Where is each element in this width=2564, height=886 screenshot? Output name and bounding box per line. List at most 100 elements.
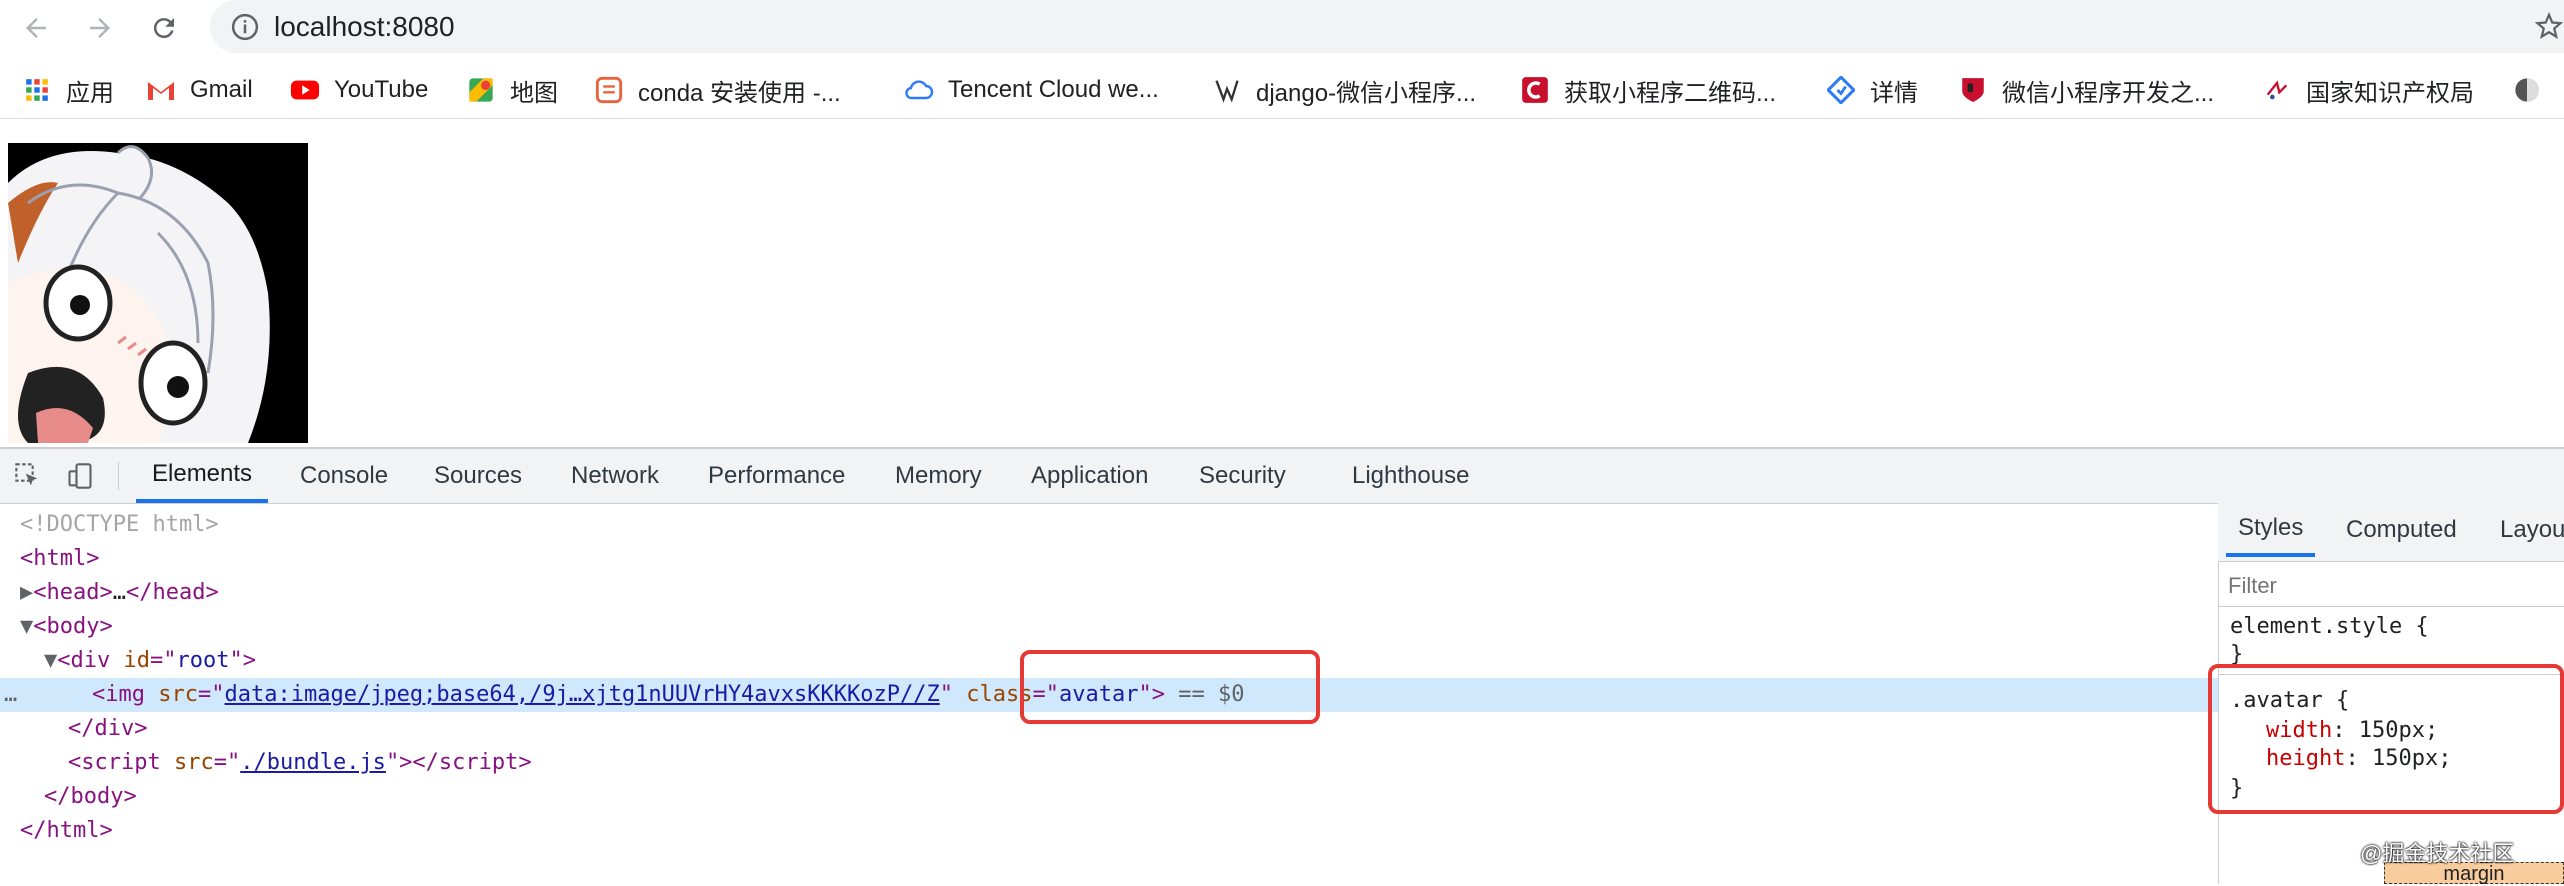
bookmark-youtube[interactable]: YouTube [290,70,428,110]
bookmark-label: 详情 [1870,79,1918,107]
bookmark-maps[interactable]: 地图 [466,70,558,110]
tag-name: body [46,614,100,639]
tab-divider [118,462,119,490]
anime-avatar-illustration [8,143,308,443]
gmail-icon [146,75,176,105]
bookmark-gmail[interactable]: Gmail [146,70,253,110]
tab-application[interactable]: Application [1031,449,1148,503]
apps-grid-icon [22,75,52,105]
bookmark-conda[interactable]: conda 安装使用 -... [594,70,841,110]
bookmark-favicon [1958,75,1988,105]
dom-div-close[interactable]: </div> [68,712,148,746]
device-mobile-icon [68,463,92,489]
tag-name: div [70,648,111,673]
bookmark-overflow[interactable] [2512,70,2556,110]
tab-layout[interactable]: Layou [2500,503,2564,557]
dom-doctype[interactable]: <!DOCTYPE html> [20,508,219,542]
expand-triangle-icon[interactable]: ▶ [20,580,33,605]
bookmark-favicon [594,75,624,105]
bookmark-label: django-微信小程序... [1256,79,1477,107]
tag-name: script [81,750,161,775]
tag-name: head [46,580,100,605]
address-bar[interactable]: localhost:8080 [210,0,2564,53]
maps-icon [466,75,496,105]
back-arrow-icon [26,18,46,38]
attr-name: id [123,648,151,673]
class-attr-highlight [1020,650,1320,724]
tab-console[interactable]: Console [300,449,388,503]
avatar-image [8,143,308,443]
watermark: @掘金技术社区 [2360,841,2515,866]
forward-button[interactable] [78,6,122,50]
tab-network[interactable]: Network [571,449,659,503]
bookmark-favicon [1520,75,1550,105]
tag-name: div [94,716,135,741]
tab-memory[interactable]: Memory [895,449,982,503]
script-src-link[interactable]: ./bundle.js [240,750,386,775]
bookmark-label: YouTube [334,76,429,103]
bookmark-star-icon[interactable] [2534,8,2564,44]
bookmark-favicon [2262,75,2292,105]
tab-security[interactable]: Security [1199,449,1286,503]
bookmark-qrcode[interactable]: 获取小程序二维码... [1520,70,1776,110]
tab-lighthouse[interactable]: Lighthouse [1352,449,1469,503]
bookmark-details[interactable]: 详情 [1826,70,1918,110]
back-button[interactable] [14,6,58,50]
bookmark-label: Tencent Cloud we... [948,76,1159,103]
bookmark-label: 微信小程序开发之... [2002,79,2215,107]
collapse-triangle-icon[interactable]: ▼ [44,648,57,673]
bookmark-label: 获取小程序二维码... [1564,79,1777,107]
tag-name: body [70,784,124,809]
device-toolbar-button[interactable] [60,449,100,503]
dom-div-root-node[interactable]: ▼<div id="root"> [44,644,256,678]
bookmark-wechat-dev[interactable]: 微信小程序开发之... [1958,70,2214,110]
attr-value: root [176,648,230,673]
forward-arrow-icon [90,18,110,38]
avatar-rule-highlight [2208,664,2564,814]
dom-body-close[interactable]: </body> [44,780,137,814]
half-circle-icon [2512,75,2542,105]
url-text: localhost:8080 [274,10,455,42]
tag-name: head [152,580,206,605]
dom-head-node[interactable]: ▶<head>…</head> [20,576,219,610]
collapsed-ellipsis: … [112,580,126,605]
cloud-icon [904,75,934,105]
tab-sources[interactable]: Sources [434,449,522,503]
bookmark-apps[interactable]: 应用 [22,70,114,110]
bookmark-cnipa[interactable]: 国家知识产权局 [2262,70,2474,110]
tag-name: html [46,818,100,843]
youtube-icon [290,75,320,105]
collapse-triangle-icon[interactable]: ▼ [20,614,33,639]
tab-elements[interactable]: Elements [136,449,269,503]
bookmark-tencent-cloud[interactable]: Tencent Cloud we... [904,70,1159,110]
inspect-cursor-icon [15,463,38,486]
bookmark-django[interactable]: django-微信小程序... [1212,70,1476,110]
tag-name: script [438,750,519,775]
inspect-element-button[interactable] [8,449,48,503]
reload-icon [153,18,174,39]
row-actions-ellipsis-icon[interactable]: … [4,678,17,712]
page-viewport [0,125,2564,447]
dom-html-close[interactable]: </html> [20,814,113,848]
img-src-link[interactable]: data:image/jpeg;base64,/9j…xjtg1nUUVrHY4… [225,682,940,707]
tab-computed[interactable]: Computed [2346,503,2457,557]
tag-name: img [105,682,145,707]
bookmark-label: Gmail [190,76,253,103]
tag-name: html [33,546,87,571]
info-icon [231,13,259,40]
tab-performance[interactable]: Performance [708,449,845,503]
styles-filter-input[interactable] [2226,566,2560,606]
bookmark-favicon [1826,75,1856,105]
tab-styles[interactable]: Styles [2226,503,2316,557]
element-style-rule[interactable]: element.style { [2230,612,2429,642]
bookmark-label: 应用 [66,79,114,107]
bookmark-favicon [1212,75,1242,105]
bookmark-label: 国家知识产权局 [2306,79,2474,107]
reload-button[interactable] [142,6,186,50]
bookmark-label: conda 安装使用 -... [638,79,841,107]
dom-html-node[interactable]: <html> [20,542,99,576]
attr-name: src [158,682,198,707]
dom-body-node[interactable]: ▼<body> [20,610,113,644]
dom-script-node[interactable]: <script src="./bundle.js"></script> [68,746,532,780]
bookmark-label: 地图 [510,79,558,107]
